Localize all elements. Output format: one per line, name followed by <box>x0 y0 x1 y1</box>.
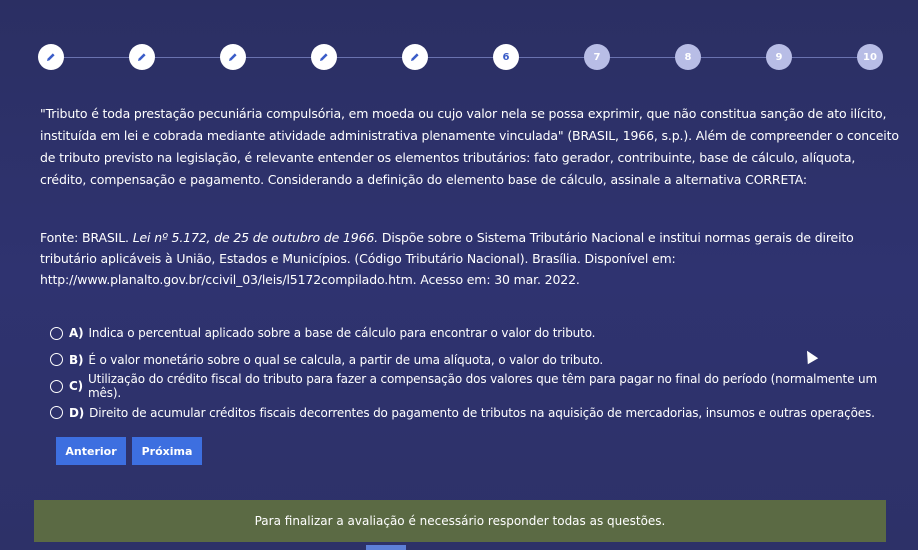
pencil-icon <box>411 53 419 61</box>
pencil-icon <box>138 53 146 61</box>
assessment-page: 6 7 8 9 10 "Tributo é toda prestação pec… <box>0 0 918 550</box>
step-5[interactable] <box>402 44 428 70</box>
option-text: Utilização do crédito fiscal do tributo … <box>88 372 878 401</box>
bottom-scroll-indicator[interactable] <box>366 545 406 550</box>
answer-options: A) Indica o percentual aplicado sobre a … <box>50 320 890 426</box>
pencil-icon <box>229 53 237 61</box>
option-letter: C) <box>69 379 83 394</box>
step-9[interactable]: 9 <box>766 44 792 70</box>
option-text: Indica o percentual aplicado sobre a bas… <box>88 326 596 341</box>
radio-button[interactable] <box>50 326 63 340</box>
step-10[interactable]: 10 <box>857 44 883 70</box>
option-letter: D) <box>69 405 85 420</box>
step-4[interactable] <box>311 44 337 70</box>
radio-button[interactable] <box>50 379 63 393</box>
step-8[interactable]: 8 <box>675 44 701 70</box>
pencil-icon <box>47 53 55 61</box>
completion-notice: Para finalizar a avaliação é necessário … <box>34 500 886 542</box>
step-3[interactable] <box>220 44 246 70</box>
option-letter: B) <box>69 352 84 367</box>
option-c[interactable]: C) Utilização do crédito fiscal do tribu… <box>50 372 890 401</box>
option-text: É o valor monetário sobre o qual se calc… <box>88 352 604 367</box>
radio-button[interactable] <box>50 353 63 367</box>
option-text: Direito de acumular créditos fiscais dec… <box>89 405 875 420</box>
step-7[interactable]: 7 <box>584 44 610 70</box>
option-b[interactable]: B) É o valor monetário sobre o qual se c… <box>50 347 890 374</box>
next-button[interactable]: Próxima <box>132 437 202 465</box>
step-2[interactable] <box>129 44 155 70</box>
source-prefix: Fonte: BRASIL. <box>40 230 133 245</box>
radio-button[interactable] <box>50 406 63 420</box>
option-d[interactable]: D) Direito de acumular créditos fiscais … <box>50 400 890 427</box>
source-law-title: Lei nº 5.172, de 25 de outubro de 1966. <box>132 230 379 245</box>
stepper-line <box>52 57 872 58</box>
option-a[interactable]: A) Indica o percentual aplicado sobre a … <box>50 320 890 347</box>
step-1[interactable] <box>38 44 64 70</box>
previous-button[interactable]: Anterior <box>56 437 126 465</box>
step-6[interactable]: 6 <box>493 44 519 70</box>
option-letter: A) <box>69 326 84 341</box>
notice-text: Para finalizar a avaliação é necessário … <box>254 514 666 528</box>
question-stepper: 6 7 8 9 10 <box>38 44 886 72</box>
question-text: "Tributo é toda prestação pecuniária com… <box>40 106 899 187</box>
pencil-icon <box>320 53 328 61</box>
question-source: Fonte: BRASIL. Lei nº 5.172, de 25 de ou… <box>40 227 880 290</box>
